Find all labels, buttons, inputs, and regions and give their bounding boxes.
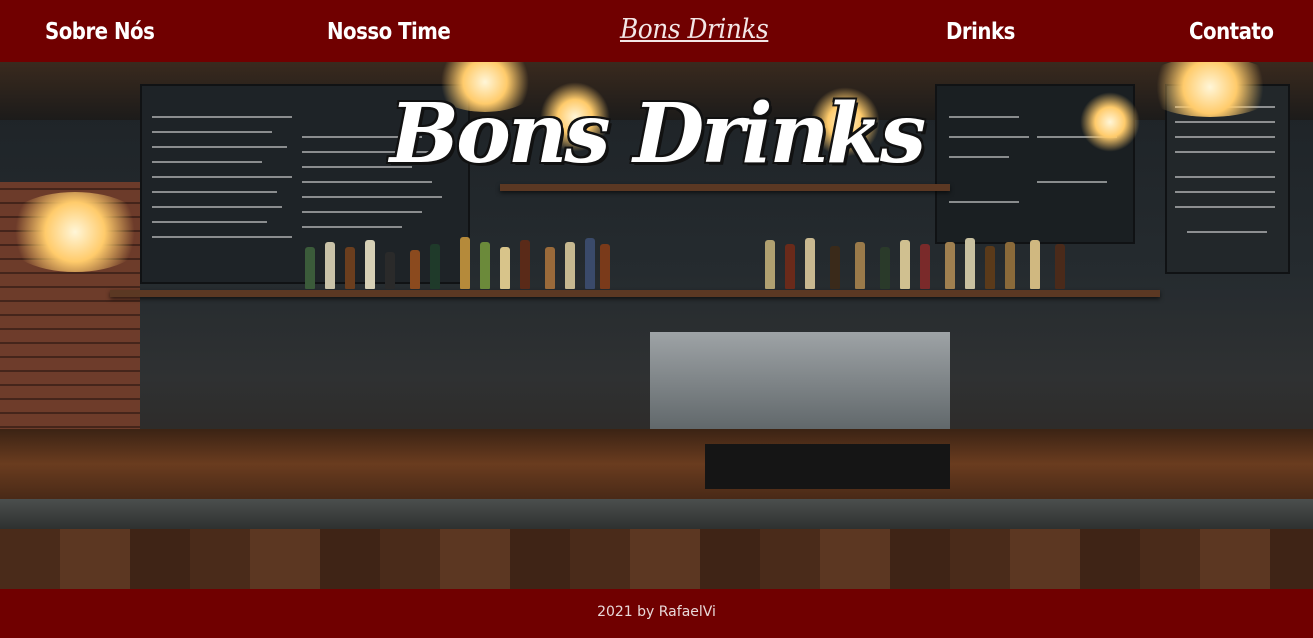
liquor-bottle: [600, 244, 610, 289]
liquor-bottle: [345, 247, 355, 289]
liquor-bottle: [545, 247, 555, 289]
chalk-writing: [152, 236, 292, 238]
liquor-bottle: [325, 242, 335, 289]
liquor-bottle: [830, 246, 840, 289]
liquor-bottle: [520, 240, 530, 289]
liquor-bottle: [920, 244, 930, 289]
liquor-bottle: [805, 238, 815, 289]
chalk-writing: [949, 201, 1019, 203]
liquor-bottle: [305, 247, 315, 289]
chandelier-light: [0, 192, 150, 272]
bar-counter-front: [0, 529, 1313, 589]
chalk-writing: [152, 191, 277, 193]
liquor-bottle: [785, 244, 795, 289]
liquor-bottle: [1005, 242, 1015, 289]
liquor-bottle: [945, 242, 955, 289]
nav-link-drinks[interactable]: Drinks: [946, 0, 1015, 62]
nav-link-nosso-time[interactable]: Nosso Time: [327, 0, 451, 62]
chalk-writing: [302, 196, 442, 198]
nav-link-contato[interactable]: Contato: [1189, 0, 1274, 62]
liquor-bottle: [365, 240, 375, 289]
footer: 2021 by RafaelVi: [0, 589, 1313, 638]
liquor-bottle: [1055, 244, 1065, 289]
chalk-writing: [1175, 206, 1275, 208]
liquor-bottle: [410, 250, 420, 289]
liquor-bottle: [430, 244, 440, 289]
top-navigation-bar: Sobre Nós Nosso Time Bons Drinks Drinks …: [0, 0, 1313, 62]
liquor-bottle: [480, 242, 490, 289]
liquor-bottle: [500, 247, 510, 289]
beer-taps: [650, 332, 950, 432]
liquor-bottle: [385, 252, 395, 289]
liquor-bottle: [900, 240, 910, 289]
chalk-writing: [1187, 231, 1267, 233]
chalk-writing: [302, 226, 402, 228]
liquor-bottle: [460, 237, 470, 289]
liquor-bottle: [1030, 240, 1040, 289]
liquor-bottle: [585, 238, 595, 289]
liquor-bottle: [565, 242, 575, 289]
liquor-bottle: [985, 246, 995, 289]
bottle-shelf: [110, 290, 1160, 297]
glass-shelf: [500, 184, 950, 191]
hero-title: Bons Drinks: [389, 86, 926, 182]
hero-banner: Bons Drinks: [0, 62, 1313, 589]
liquor-bottle: [965, 238, 975, 289]
chalk-writing: [152, 221, 267, 223]
liquor-bottle: [855, 242, 865, 289]
footer-credit: 2021 by RafaelVi: [597, 604, 716, 620]
site-logo[interactable]: Bons Drinks: [620, 8, 769, 52]
nav-link-sobre-nos[interactable]: Sobre Nós: [45, 0, 155, 62]
bar-counter-top: [0, 499, 1313, 529]
chalk-writing: [1175, 191, 1275, 193]
chalk-writing: [302, 211, 422, 213]
liquor-bottle: [765, 240, 775, 289]
chalk-writing: [152, 206, 282, 208]
liquor-bottle: [880, 247, 890, 289]
bar-mat: [705, 444, 950, 489]
